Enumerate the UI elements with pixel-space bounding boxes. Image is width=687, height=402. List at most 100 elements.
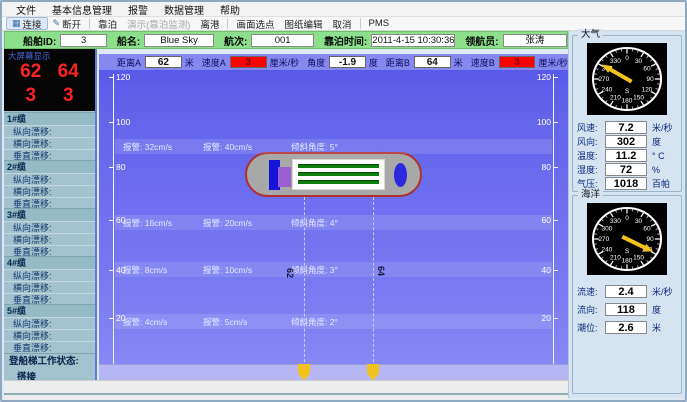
gauge-dial-number: 330 <box>610 58 621 65</box>
alarm-threshold-b: 报警: 40cm/s <box>203 141 291 153</box>
measure-value[interactable]: 64 <box>414 56 451 68</box>
toolbar-button-9[interactable]: PMS <box>364 17 395 30</box>
gauge-dial-number: 30 <box>635 58 643 65</box>
toolbar-button-3[interactable]: 靠泊 <box>93 17 122 30</box>
cable-drift-item: 横向漂移: <box>4 185 95 197</box>
big-screen-title: 大屏幕显示 <box>8 50 51 62</box>
measure-value[interactable]: 62 <box>145 56 182 68</box>
gauge-dial-number: 60 <box>643 226 651 233</box>
gauge-dial-number: 0 <box>625 215 629 222</box>
menu-item-3[interactable]: 报警 <box>120 2 156 17</box>
distance-marker-value: 62 <box>285 268 295 278</box>
menu-item-2[interactable]: 基本信息管理 <box>44 2 120 17</box>
info-field-value[interactable]: 001 <box>251 34 314 47</box>
measure-label: 距离B <box>386 56 410 69</box>
ocean-group: 海洋 0306090120150180210240270300330S 流速:2… <box>572 195 682 394</box>
info-field-value[interactable]: 3 <box>60 34 107 47</box>
axis-tick <box>109 167 114 168</box>
toolbar-button-6[interactable]: 画面选点 <box>231 17 279 30</box>
cable-group-title: 5#缆 <box>4 305 95 317</box>
menu-item-5[interactable]: 帮助 <box>212 2 248 17</box>
axis-tick <box>109 122 114 123</box>
measure-unit: 厘米/秒 <box>270 56 300 69</box>
toolbar-button-4[interactable]: 演示(靠泊监测) <box>122 17 195 30</box>
display-value: 62 <box>20 60 41 84</box>
gauge-dial-number: 90 <box>647 236 655 243</box>
toolbar-button-2[interactable]: ✎断开 <box>48 17 87 30</box>
measure-label: 角度 <box>307 56 325 69</box>
gauge-dial-number: 90 <box>647 76 655 83</box>
distance-marker-value: 64 <box>376 266 386 276</box>
gauge-dial-number: 270 <box>598 236 609 243</box>
weather-reading-value[interactable]: 7.2 <box>605 121 647 134</box>
gauge-dial-number: 240 <box>602 247 613 254</box>
ship-bow-ellipse <box>394 163 407 187</box>
gauge-dial-number: 180 <box>622 97 633 104</box>
weather-reading-value[interactable]: 11.2 <box>605 149 647 162</box>
weather-reading-value[interactable]: 302 <box>605 135 647 148</box>
cable-drift-item: 纵向漂移: <box>4 221 95 233</box>
drift-panel: 大屏幕显示 626433 1#缆纵向漂移:横向漂移:垂直漂移:2#缆纵向漂移:横… <box>4 49 97 380</box>
measure-unit: 厘米/秒 <box>538 56 568 69</box>
cable-drift-item: 纵向漂移: <box>4 125 95 137</box>
display-value: 64 <box>58 60 79 84</box>
measure-value-alarm[interactable]: 3 <box>230 56 267 68</box>
ocean-reading-unit: 米/秒 <box>652 285 673 298</box>
toolbar-button-1[interactable]: ▦连接 <box>6 17 48 30</box>
gauge-dial-number: 30 <box>635 218 643 225</box>
info-field-value[interactable]: Blue Sky <box>144 34 214 47</box>
toolbar-button-5[interactable]: 离港 <box>195 17 224 30</box>
alarm-threshold-a: 报警: 8cm/s <box>123 264 203 276</box>
info-field-value[interactable]: 张涛 <box>503 34 567 47</box>
app-window: 文件基本信息管理报警数据管理帮助 ▦连接✎断开靠泊演示(靠泊监测)离港画面选点图… <box>0 0 687 402</box>
tilt-angle-threshold: 倾斜角度: 4° <box>291 217 338 229</box>
toolbar-separator <box>360 18 361 29</box>
axis-tick <box>109 220 114 221</box>
axis-label-left: 100 <box>116 118 130 127</box>
ocean-reading-label: 流向: <box>573 303 605 316</box>
axis-label-right: 120 <box>537 73 551 82</box>
measure-value-alarm[interactable]: 3 <box>499 56 536 68</box>
measure-value[interactable]: -1.9 <box>329 56 366 68</box>
alarm-threshold-row: 报警: 4cm/s报警: 5cm/s倾斜角度: 2° <box>123 316 338 328</box>
weather-reading-row: 风向:302度 <box>573 135 681 148</box>
weather-reading-value[interactable]: 1018 <box>605 177 647 190</box>
weather-reading-unit: % <box>652 165 660 175</box>
gauge-needle <box>609 69 631 82</box>
toolbar-button-8[interactable]: 取消 <box>327 17 356 30</box>
axis-label-right: 100 <box>537 118 551 127</box>
weather-reading-value[interactable]: 72 <box>605 163 647 176</box>
gauge-dial-number: 150 <box>633 94 644 101</box>
measurement-bar: 距离A62米速度A3厘米/秒角度-1.9度距离B64米速度B3厘米/秒 <box>99 54 568 70</box>
ship-shape[interactable] <box>245 152 422 197</box>
cable-drift-item: 横向漂移: <box>4 281 95 293</box>
menu-item-4[interactable]: 数据管理 <box>156 2 212 17</box>
cable-group-title: 2#缆 <box>4 161 95 173</box>
gauge-dial-number: 120 <box>642 87 653 94</box>
display-row: 62 64 <box>4 60 95 84</box>
alarm-threshold-a: 报警: 16cm/s <box>123 217 203 229</box>
menu-item-1[interactable]: 文件 <box>8 2 44 17</box>
weather-reading-label: 湿度: <box>573 163 605 176</box>
ocean-reading-value[interactable]: 2.4 <box>605 285 647 298</box>
weather-reading-row: 温度:11.2° C <box>573 149 681 162</box>
berthing-monitor-area: 距离A62米速度A3厘米/秒角度-1.9度距离B64米速度B3厘米/秒 1201… <box>99 54 568 380</box>
axis-tick <box>109 318 114 319</box>
cable-drift-item: 纵向漂移: <box>4 269 95 281</box>
info-field-label: 船名: <box>117 33 140 48</box>
ocean-reading-value[interactable]: 2.6 <box>605 321 647 334</box>
ocean-reading-value[interactable]: 118 <box>605 303 647 316</box>
axis-tick <box>109 270 114 271</box>
weather-reading-unit: ° C <box>652 151 665 161</box>
weather-reading-unit: 百帕 <box>652 177 670 190</box>
weather-group: 大气 0306090120150180210240270300330S 风速:7… <box>572 35 682 192</box>
gauge-dial-number: 0 <box>625 55 629 62</box>
measure-label: 速度A <box>202 56 226 69</box>
info-field-label: 靠泊时间: <box>324 33 367 48</box>
mooring-line <box>373 197 374 367</box>
info-field-value[interactable]: 2011-4-15 10:30:36 <box>371 34 455 47</box>
menu-bar: 文件基本信息管理报警数据管理帮助 <box>2 2 685 17</box>
axis-label-right: 80 <box>542 163 551 172</box>
toolbar-button-7[interactable]: 图纸编辑 <box>279 17 327 30</box>
disconnect-icon: ✎ <box>53 18 61 29</box>
